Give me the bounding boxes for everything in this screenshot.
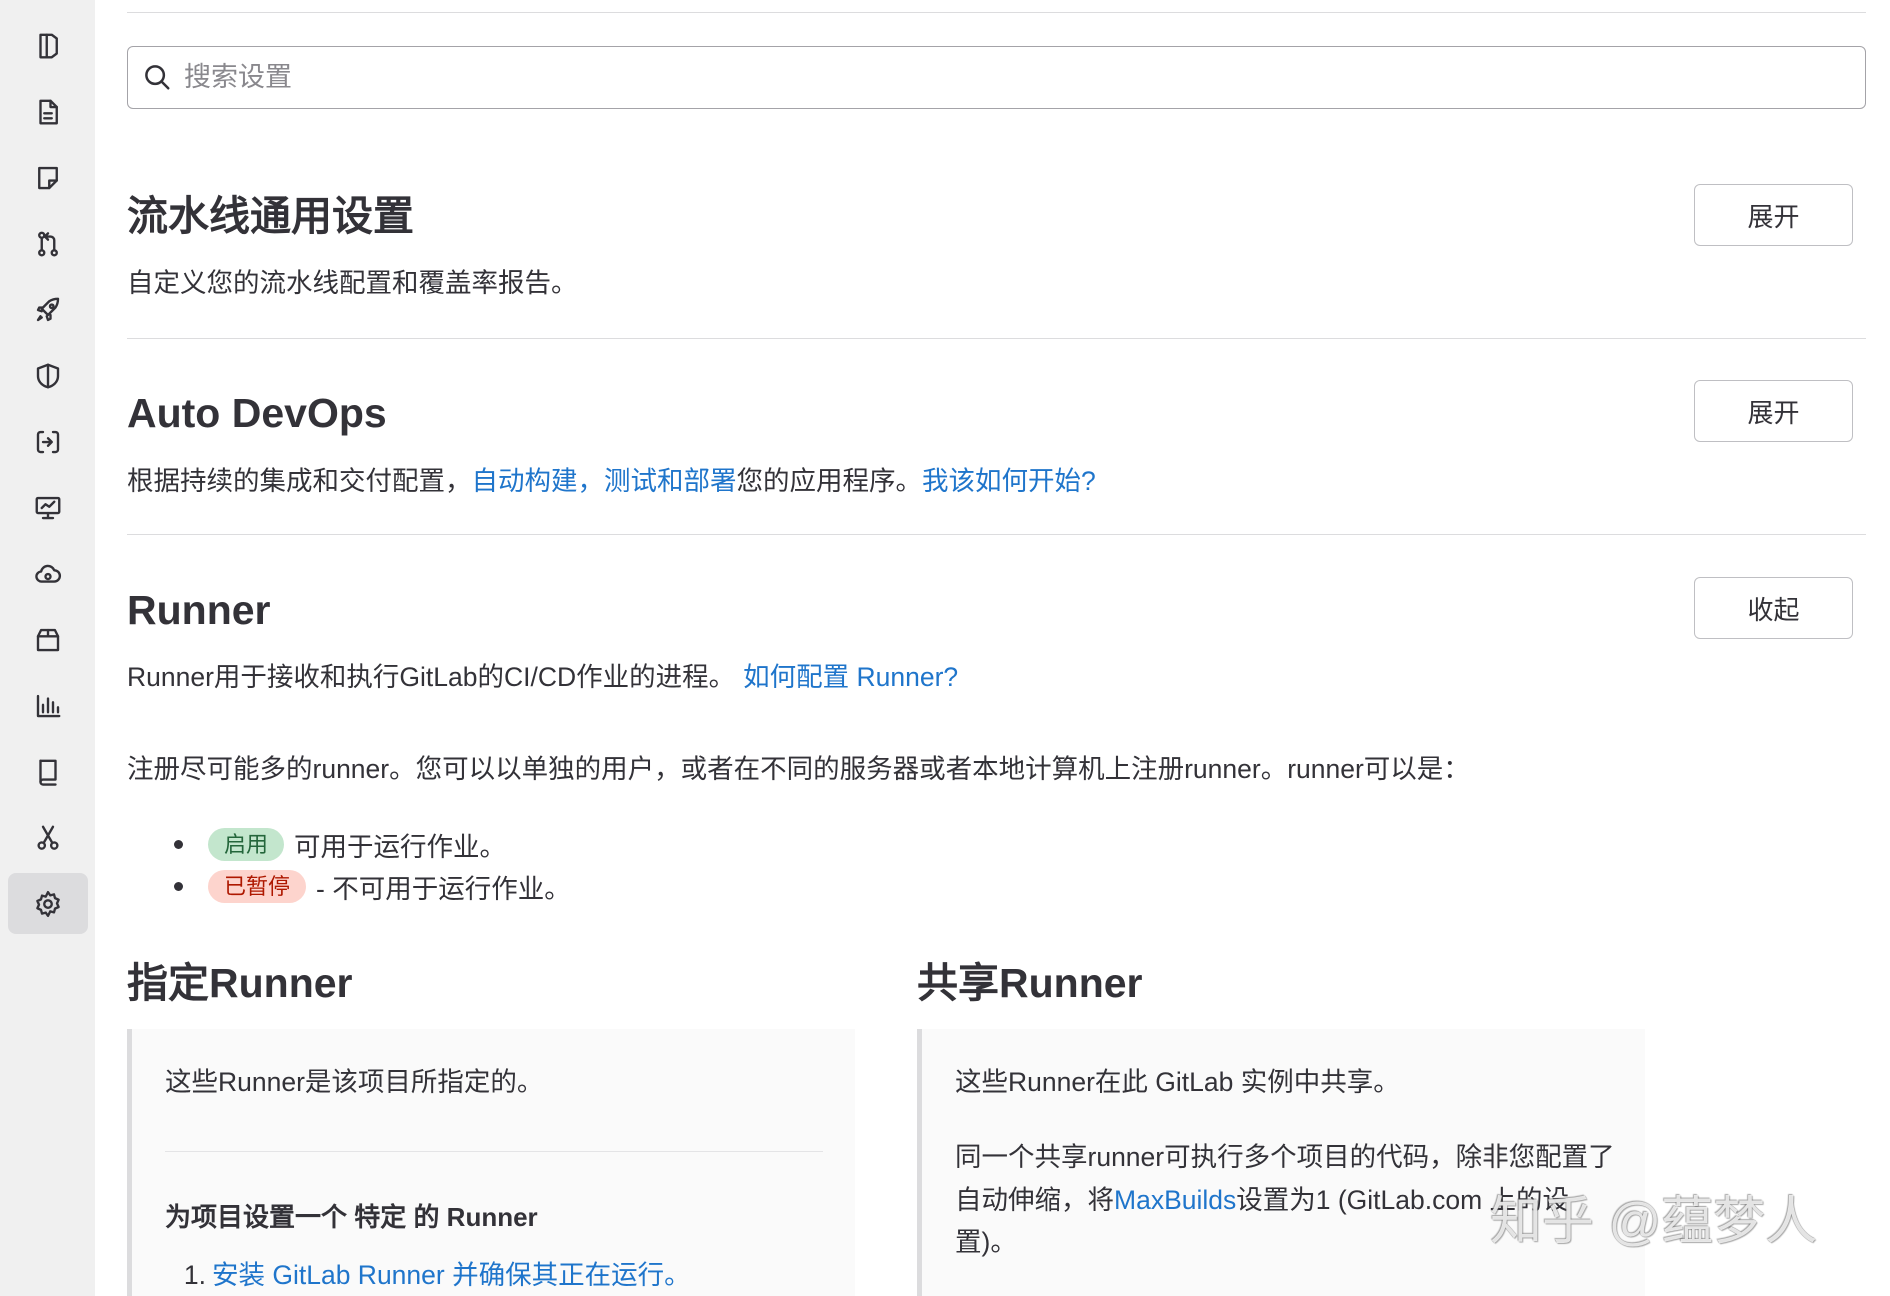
runners-collapse-button[interactable]: 收起 xyxy=(1694,577,1853,639)
auto-devops-help-link[interactable]: 我该如何开始? xyxy=(922,466,1096,496)
sidebar-item-cicd[interactable] xyxy=(8,279,88,340)
section-divider xyxy=(127,338,1866,339)
maxbuilds-link[interactable]: MaxBuilds xyxy=(1114,1185,1236,1215)
sidebar-item-packages[interactable] xyxy=(8,609,88,670)
shared-runners-panel: 这些Runner在此 GitLab 实例中共享。 同一个共享runner可执行多… xyxy=(917,1029,1645,1296)
sidebar xyxy=(0,0,95,1296)
install-runner-link[interactable]: 安装 GitLab Runner 并确保其正在运行。 xyxy=(212,1260,691,1290)
sidebar-item-analytics[interactable] xyxy=(8,675,88,736)
runners-description-text: Runner用于接收和执行GitLab的CI/CD作业的进程。 xyxy=(127,662,735,692)
sidebar-item-snippets[interactable] xyxy=(8,807,88,868)
runner-state-text: - 不可用于运行作业。 xyxy=(316,867,571,906)
specific-runners-title: 指定Runner xyxy=(127,957,353,1009)
panel-divider xyxy=(165,1151,823,1152)
specific-runner-setup-title: 为项目设置一个 特定 的 Runner xyxy=(165,1199,538,1235)
specific-runners-panel: 这些Runner是该项目所指定的。 为项目设置一个 特定 的 Runner 1.… xyxy=(127,1029,855,1296)
runners-intro: 注册尽可能多的runner。您可以以单独的用户，或者在不同的服务器或者本地计算机… xyxy=(127,751,1470,787)
wiki-icon xyxy=(33,757,63,787)
auto-devops-expand-button[interactable]: 展开 xyxy=(1694,380,1853,442)
package-icon xyxy=(33,625,63,655)
auto-devops-description: 根据持续的集成和交付配置，自动构建，测试和部署您的应用程序。我该如何开始? xyxy=(127,463,1096,499)
sidebar-item-infrastructure[interactable] xyxy=(8,543,88,604)
general-pipelines-title: 流水线通用设置 xyxy=(127,190,414,242)
shared-runners-note: 同一个共享runner可执行多个项目的代码，除非您配置了自动伸缩，将MaxBui… xyxy=(955,1136,1620,1264)
runner-state-text: 可用于运行作业。 xyxy=(294,825,506,864)
settings-search xyxy=(127,46,1866,109)
sidebar-item-settings[interactable] xyxy=(8,873,88,934)
project-icon xyxy=(33,31,63,61)
search-input[interactable] xyxy=(128,47,1865,108)
runners-help-link[interactable]: 如何配置 Runner? xyxy=(743,662,958,692)
runner-state-item: 已暂停 - 不可用于运行作业。 xyxy=(127,865,571,907)
repository-icon xyxy=(33,97,63,127)
auto-devops-docs-link[interactable]: 自动构建，测试和部署 xyxy=(472,466,737,496)
monitor-icon xyxy=(33,493,63,523)
issues-icon xyxy=(33,163,63,193)
rocket-icon xyxy=(33,295,63,325)
specific-runners-description: 这些Runner是该项目所指定的。 xyxy=(165,1064,543,1100)
shared-runners-description: 这些Runner在此 GitLab 实例中共享。 xyxy=(955,1064,1400,1100)
sidebar-item-project[interactable] xyxy=(8,15,88,76)
sidebar-item-monitor[interactable] xyxy=(8,477,88,538)
bullet xyxy=(174,840,183,849)
shared-runners-title: 共享Runner xyxy=(917,957,1143,1009)
sidebar-item-wiki[interactable] xyxy=(8,741,88,802)
general-pipelines-expand-button[interactable]: 展开 xyxy=(1694,184,1853,246)
deployments-icon xyxy=(33,427,63,457)
status-badge-paused: 已暂停 xyxy=(208,870,306,903)
merge-request-icon xyxy=(33,229,63,259)
analytics-icon xyxy=(33,691,63,721)
runner-states-list: 启用 可用于运行作业。 已暂停 - 不可用于运行作业。 xyxy=(127,823,571,907)
auto-devops-description-prefix: 根据持续的集成和交付配置， xyxy=(127,466,472,496)
sidebar-item-deployments[interactable] xyxy=(8,411,88,472)
runners-title: Runner xyxy=(127,584,271,636)
runners-description: Runner用于接收和执行GitLab的CI/CD作业的进程。如何配置 Runn… xyxy=(127,659,958,695)
section-divider xyxy=(127,534,1866,535)
general-pipelines-description: 自定义您的流水线配置和覆盖率报告。 xyxy=(127,265,578,301)
setup-step: 1.安装 GitLab Runner 并确保其正在运行。 xyxy=(173,1257,691,1293)
shield-icon xyxy=(33,361,63,391)
sidebar-item-repository[interactable] xyxy=(8,81,88,142)
sidebar-item-merge-requests[interactable] xyxy=(8,213,88,274)
cloud-icon xyxy=(33,559,63,589)
runner-state-item: 启用 可用于运行作业。 xyxy=(127,823,571,865)
snippets-icon xyxy=(33,823,63,853)
top-divider xyxy=(127,12,1866,13)
settings-icon xyxy=(33,889,63,919)
setup-step-number: 1. xyxy=(173,1257,212,1293)
sidebar-item-security[interactable] xyxy=(8,345,88,406)
auto-devops-description-middle: 您的应用程序。 xyxy=(737,466,923,496)
status-badge-active: 启用 xyxy=(208,828,284,861)
sidebar-item-issues[interactable] xyxy=(8,147,88,208)
bullet xyxy=(174,882,183,891)
auto-devops-title: Auto DevOps xyxy=(127,387,387,439)
